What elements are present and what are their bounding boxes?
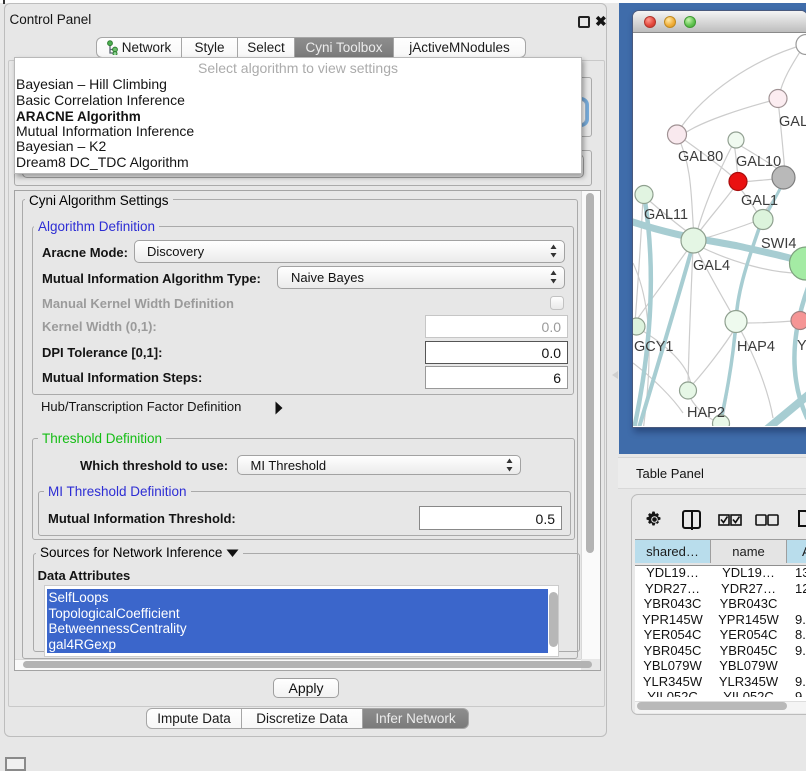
svg-text:GAL1: GAL1 xyxy=(741,193,778,209)
svg-text:GAL7: GAL7 xyxy=(779,114,806,130)
svg-text:SWI4: SWI4 xyxy=(761,236,796,252)
svg-text:HAP2: HAP2 xyxy=(687,405,725,421)
svg-text:GAL11: GAL11 xyxy=(644,207,688,223)
svg-text:GAL4: GAL4 xyxy=(693,258,730,274)
svg-text:GAL10: GAL10 xyxy=(736,154,781,170)
svg-text:Y: Y xyxy=(797,338,806,354)
svg-text:GAL80: GAL80 xyxy=(678,149,723,165)
svg-text:GCY1: GCY1 xyxy=(634,339,674,355)
svg-text:HAP4: HAP4 xyxy=(737,339,775,355)
